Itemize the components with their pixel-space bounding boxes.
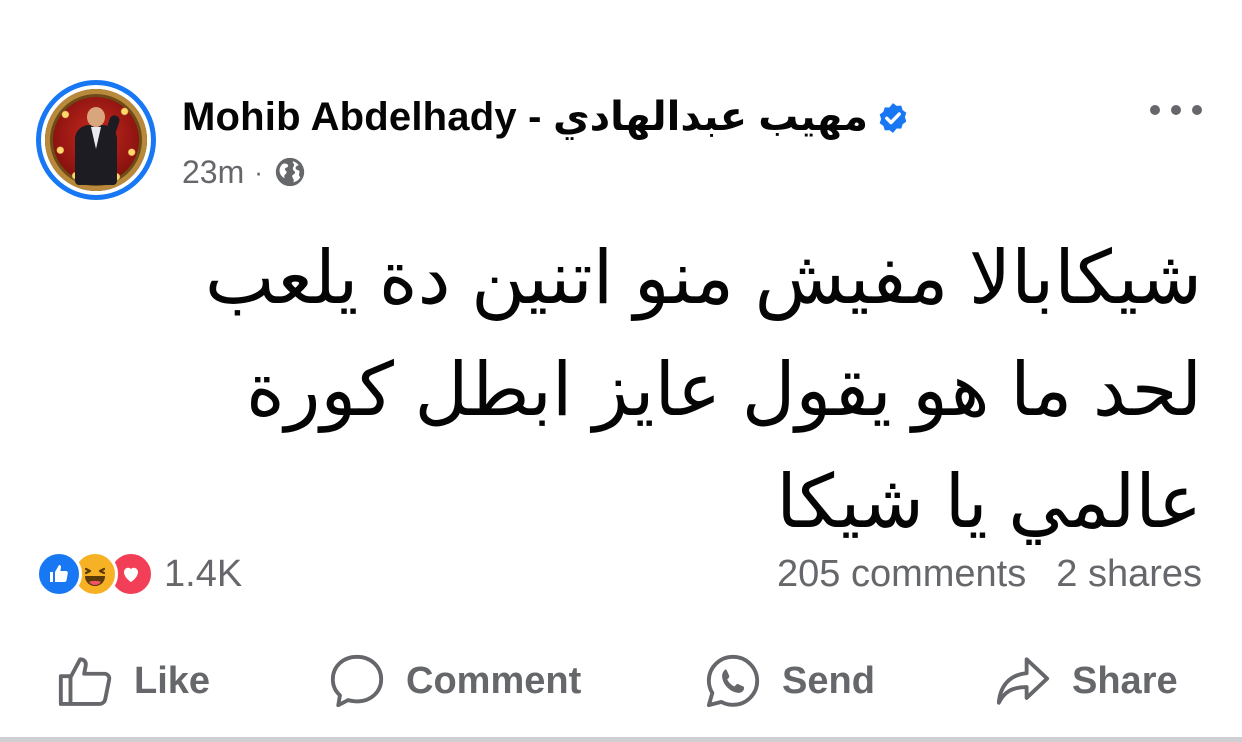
action-bar: Like Comment Send Share [0, 646, 1242, 716]
meta-separator: · [254, 156, 263, 187]
comments-count-link[interactable]: 205 comments [777, 553, 1026, 596]
author-name[interactable]: Mohib Abdelhady - مهيب عبدالهادي [182, 94, 868, 140]
avatar-image [45, 89, 147, 191]
share-arrow-icon [996, 657, 1050, 705]
share-button[interactable]: Share [994, 646, 1178, 716]
thumbs-up-icon [58, 657, 112, 706]
post-meta: 23m · [182, 150, 307, 194]
send-label: Send [782, 659, 875, 702]
shares-count-link[interactable]: 2 shares [1056, 553, 1202, 596]
verified-badge-icon [879, 103, 907, 133]
share-label: Share [1072, 659, 1178, 702]
author-avatar[interactable] [36, 80, 156, 200]
author-name-row: Mohib Abdelhady - مهيب عبدالهادي [182, 94, 910, 140]
post-text: شيكابالا مفيش منو اتنين دة يلعب لحد ما ه… [120, 222, 1202, 558]
like-button[interactable]: Like [56, 646, 210, 716]
reactions-summary[interactable]: 1.4K [36, 550, 242, 598]
post-timestamp[interactable]: 23m [182, 154, 244, 191]
whatsapp-icon [706, 654, 760, 708]
facebook-post: Mohib Abdelhady - مهيب عبدالهادي 23m · ش… [0, 0, 1242, 742]
globe-icon [275, 157, 305, 187]
comment-button[interactable]: Comment [328, 646, 581, 716]
engagement-stats: 205 comments 2 shares [777, 550, 1202, 598]
post-text-line: شيكابالا مفيش منو اتنين دة يلعب [204, 236, 1202, 319]
more-options-icon[interactable] [1150, 96, 1202, 124]
send-button[interactable]: Send [704, 646, 875, 716]
comment-bubble-icon [330, 654, 384, 708]
post-divider [0, 737, 1242, 742]
post-text-line: عالمي يا شيكا [776, 460, 1202, 543]
like-label: Like [134, 659, 211, 702]
comment-label: Comment [406, 659, 582, 702]
like-reaction-icon [36, 551, 82, 597]
post-text-line: لحد ما هو يقول عايز ابطل كورة [246, 348, 1202, 431]
reactions-count: 1.4K [164, 552, 243, 595]
